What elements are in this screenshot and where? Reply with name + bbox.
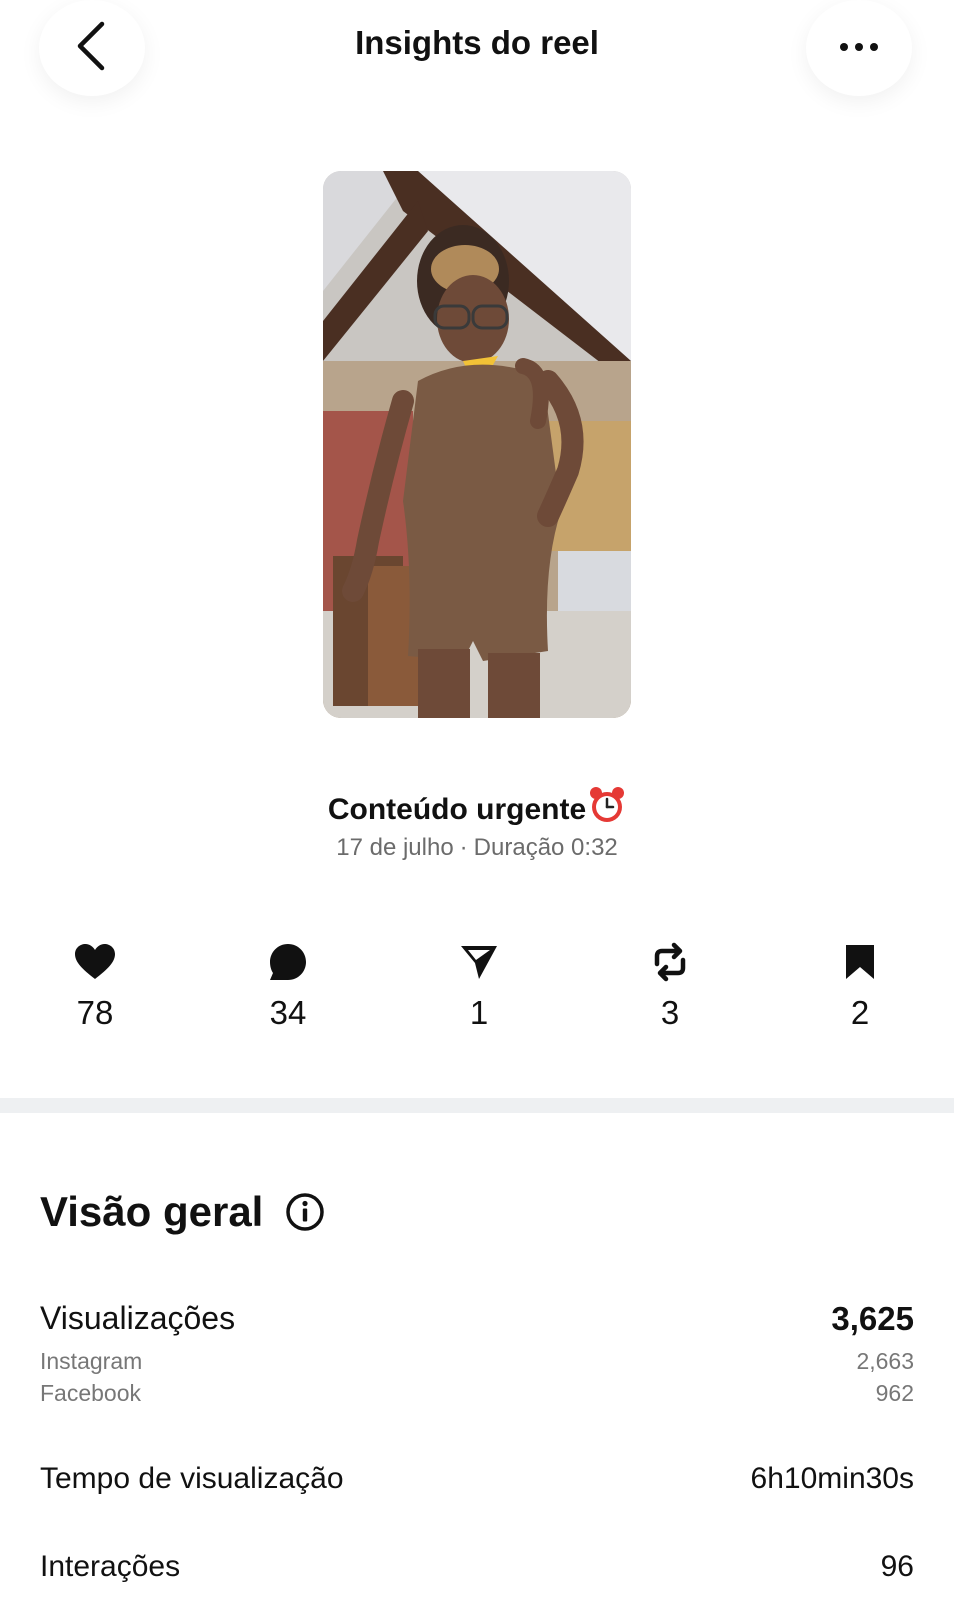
saves-count: 2 (850, 994, 870, 1031)
engagement-stats: 78 34 1 3 2 (0, 940, 954, 1040)
more-options-button[interactable] (806, 0, 912, 96)
views-instagram-row: Instagram 2,663 (40, 1348, 914, 1375)
instagram-value: 2,663 (856, 1348, 914, 1374)
heart-icon (35, 940, 155, 984)
more-horizontal-icon (839, 39, 879, 57)
reel-duration: Duração 0:32 (473, 834, 618, 861)
header: Insights do reel (0, 0, 954, 110)
interactions-row[interactable]: Interações 96 (40, 1550, 914, 1584)
interactions-value: 96 (880, 1550, 914, 1583)
reposts-stat[interactable]: 3 (610, 940, 730, 1032)
watch-time-label: Tempo de visualização (40, 1462, 344, 1495)
facebook-value: 962 (875, 1380, 914, 1406)
interactions-label: Interações (40, 1550, 181, 1583)
reel-date: 17 de julho (336, 834, 454, 861)
likes-count: 78 (76, 994, 114, 1031)
comments-stat[interactable]: 34 (228, 940, 348, 1032)
facebook-label: Facebook (40, 1380, 142, 1406)
comment-icon (228, 940, 348, 984)
instagram-label: Instagram (40, 1348, 143, 1374)
watch-time-value: 6h10min30s (750, 1462, 914, 1495)
info-icon[interactable] (285, 1192, 325, 1232)
repost-icon (610, 940, 730, 984)
views-value: 3,625 (831, 1300, 914, 1337)
section-divider (0, 1098, 954, 1113)
send-icon (419, 940, 539, 984)
views-row[interactable]: Visualizações 3,625 (40, 1300, 914, 1338)
overview-title: Visão geral (40, 1188, 325, 1236)
reel-thumbnail[interactable] (323, 171, 631, 718)
shares-count: 1 (469, 994, 489, 1031)
views-facebook-row: Facebook 962 (40, 1380, 914, 1407)
meta-separator: · (459, 834, 468, 861)
reposts-count: 3 (660, 994, 680, 1031)
comments-count: 34 (269, 994, 307, 1031)
reel-title: Conteúdo urgente (0, 787, 954, 831)
alarm-clock-icon (588, 787, 626, 831)
reel-title-text: Conteúdo urgente (327, 793, 587, 826)
reel-meta: 17 de julho · Duração 0:32 (0, 834, 954, 862)
bookmark-icon (800, 940, 920, 984)
likes-stat[interactable]: 78 (35, 940, 155, 1032)
saves-stat[interactable]: 2 (800, 940, 920, 1032)
shares-stat[interactable]: 1 (419, 940, 539, 1032)
views-label: Visualizações (40, 1300, 236, 1336)
overview-title-text: Visão geral (40, 1188, 264, 1235)
watch-time-row[interactable]: Tempo de visualização 6h10min30s (40, 1462, 914, 1496)
